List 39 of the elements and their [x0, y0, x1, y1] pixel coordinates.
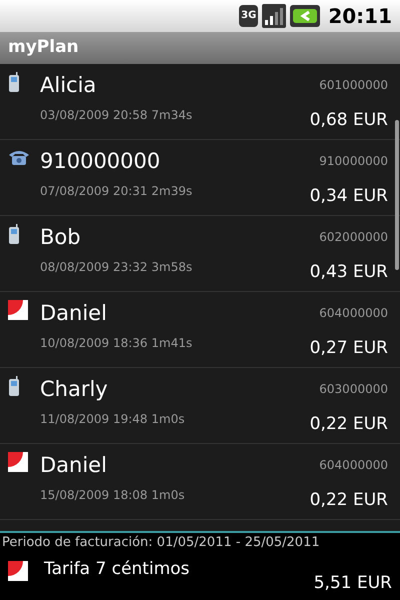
signal-icon [262, 4, 286, 28]
mobile-phone-icon [8, 224, 20, 244]
plan-name: Tarifa 7 céntimos [44, 558, 190, 581]
contact-name: 910000000 [40, 148, 160, 175]
mobile-phone-icon [8, 376, 20, 396]
contact-name: Alicia [40, 72, 96, 99]
call-details: 11/08/2009 19:48 1m0s [40, 411, 185, 428]
call-details: 07/08/2009 20:31 2m39s [40, 183, 192, 200]
call-details: 10/08/2009 18:36 1m41s [40, 335, 192, 352]
total-cost: 5,51 EUR [314, 572, 392, 595]
phone-number: 603000000 [319, 381, 388, 398]
app-title: myPlan [8, 36, 79, 60]
phone-number: 910000000 [319, 153, 388, 170]
call-cost: 0,68 EUR [310, 109, 388, 132]
call-details: 15/08/2009 18:08 1m0s [40, 487, 185, 504]
network-type-icon: 3G [239, 5, 258, 27]
phone-number: 602000000 [319, 229, 388, 246]
contact-name: Daniel [40, 452, 107, 479]
battery-icon [290, 5, 320, 27]
call-cost: 0,34 EUR [310, 185, 388, 208]
contact-name: Daniel [40, 300, 107, 327]
phone-number: 604000000 [319, 457, 388, 474]
call-details: 08/08/2009 23:32 3m58s [40, 259, 192, 276]
call-details: 03/08/2009 20:58 7m34s [40, 107, 192, 124]
contact-name: Bob [40, 224, 81, 251]
mobile-phone-icon [8, 72, 20, 92]
operator-logo-icon [8, 300, 28, 320]
call-cost: 0,22 EUR [310, 489, 388, 512]
billing-period: Periodo de facturación: 01/05/2011 - 25/05/2011 [1, 534, 321, 552]
call-cost: 0,43 EUR [310, 261, 388, 284]
clock: 20:11 [328, 3, 392, 30]
contact-name: Charly [40, 376, 108, 403]
operator-logo-icon [8, 452, 28, 472]
telephone-icon [8, 148, 30, 166]
call-cost: 0,22 EUR [310, 413, 388, 436]
operator-logo-icon [8, 561, 28, 581]
phone-number: 604000000 [319, 305, 388, 322]
phone-number: 601000000 [319, 77, 388, 94]
call-cost: 0,27 EUR [310, 337, 388, 360]
